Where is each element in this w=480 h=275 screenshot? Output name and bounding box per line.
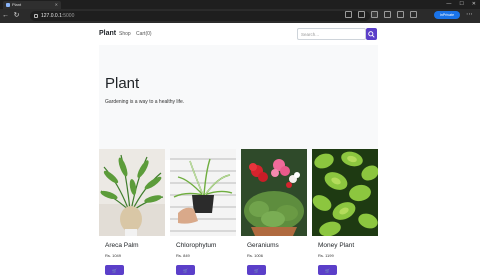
product-name: Chlorophytum (176, 242, 217, 249)
areca-palm-photo[interactable] (99, 149, 165, 236)
minimize-icon[interactable]: — (446, 1, 451, 7)
hero-title: Plant (105, 75, 140, 92)
split-screen-icon[interactable] (384, 11, 391, 18)
money-plant-photo[interactable] (312, 149, 378, 236)
add-to-cart-button[interactable]: 🛒 (176, 265, 195, 275)
add-to-cart-button[interactable]: 🛒 (318, 265, 337, 275)
reload-icon[interactable]: ↻ (11, 11, 22, 21)
extension-icon[interactable] (371, 11, 378, 18)
product-card: Areca Palm Rs. 1049 🛒 (99, 149, 165, 275)
chlorophytum-photo[interactable] (170, 149, 236, 236)
cart-icon: 🛒 (254, 267, 259, 273)
site-info-icon[interactable] (34, 14, 38, 18)
product-name: Geraniums (247, 242, 279, 249)
site-navbar: Plant Shop Cart(0) (99, 28, 381, 42)
collections-icon[interactable] (397, 11, 404, 18)
add-to-cart-button[interactable]: 🛒 (247, 265, 266, 275)
address-bar[interactable]: 127.0.0.1:5000 (30, 11, 370, 21)
hero-banner: Plant Gardening is a way to a healthy li… (99, 45, 378, 160)
product-price: Rs. 849 (176, 253, 190, 258)
product-price: Rs. 1199 (318, 253, 334, 258)
product-card: Geraniums Rs. 1006 🛒 (241, 149, 307, 275)
search-button[interactable] (366, 28, 377, 40)
product-card: Money Plant Rs. 1199 🛒 (312, 149, 378, 275)
browser-tab[interactable]: Plant ✕ (3, 1, 61, 9)
search-input[interactable] (297, 28, 366, 40)
product-card: Chlorophytum Rs. 849 🛒 (170, 149, 236, 275)
inprivate-profile-button[interactable]: InPrivate (434, 11, 460, 19)
product-price: Rs. 1049 (105, 253, 122, 258)
read-aloud-icon[interactable] (345, 11, 352, 18)
geraniums-photo[interactable] (241, 149, 307, 236)
cart-icon: 🛒 (325, 267, 330, 273)
window-close-icon[interactable]: ✕ (472, 1, 476, 7)
nav-link-cart[interactable]: Cart(0) (136, 31, 152, 37)
add-to-cart-button[interactable]: 🛒 (105, 265, 124, 275)
extension-icons (345, 11, 417, 18)
nav-link-shop[interactable]: Shop (119, 31, 131, 37)
product-price: Rs. 1006 (247, 253, 264, 258)
brand-link[interactable]: Plant (99, 30, 116, 37)
favorites-icon[interactable] (410, 11, 417, 18)
tab-title: Plant (12, 2, 22, 7)
browser-toolbar: ← ↻ 127.0.0.1:5000 InPrivate ⋯ (0, 9, 480, 23)
tab-close-icon[interactable]: ✕ (55, 3, 58, 7)
url-text: 127.0.0.1:5000 (41, 13, 75, 19)
tab-favicon-icon (6, 3, 10, 7)
cart-icon: 🛒 (183, 267, 188, 273)
hero-subtitle: Gardening is a way to a healthy life. (105, 99, 185, 105)
browser-tab-strip: Plant ✕ — ☐ ✕ (0, 0, 480, 9)
product-name: Areca Palm (105, 242, 139, 249)
favorite-star-icon[interactable] (358, 11, 365, 18)
window-controls: — ☐ ✕ (446, 1, 476, 7)
back-icon[interactable]: ← (0, 11, 11, 21)
more-menu-icon[interactable]: ⋯ (466, 10, 473, 20)
maximize-icon[interactable]: ☐ (459, 1, 463, 7)
cart-icon: 🛒 (112, 267, 117, 273)
search-icon (368, 30, 375, 38)
product-name: Money Plant (318, 242, 355, 249)
page-content: Plant Shop Cart(0) Plant Gardening is a … (0, 23, 480, 275)
